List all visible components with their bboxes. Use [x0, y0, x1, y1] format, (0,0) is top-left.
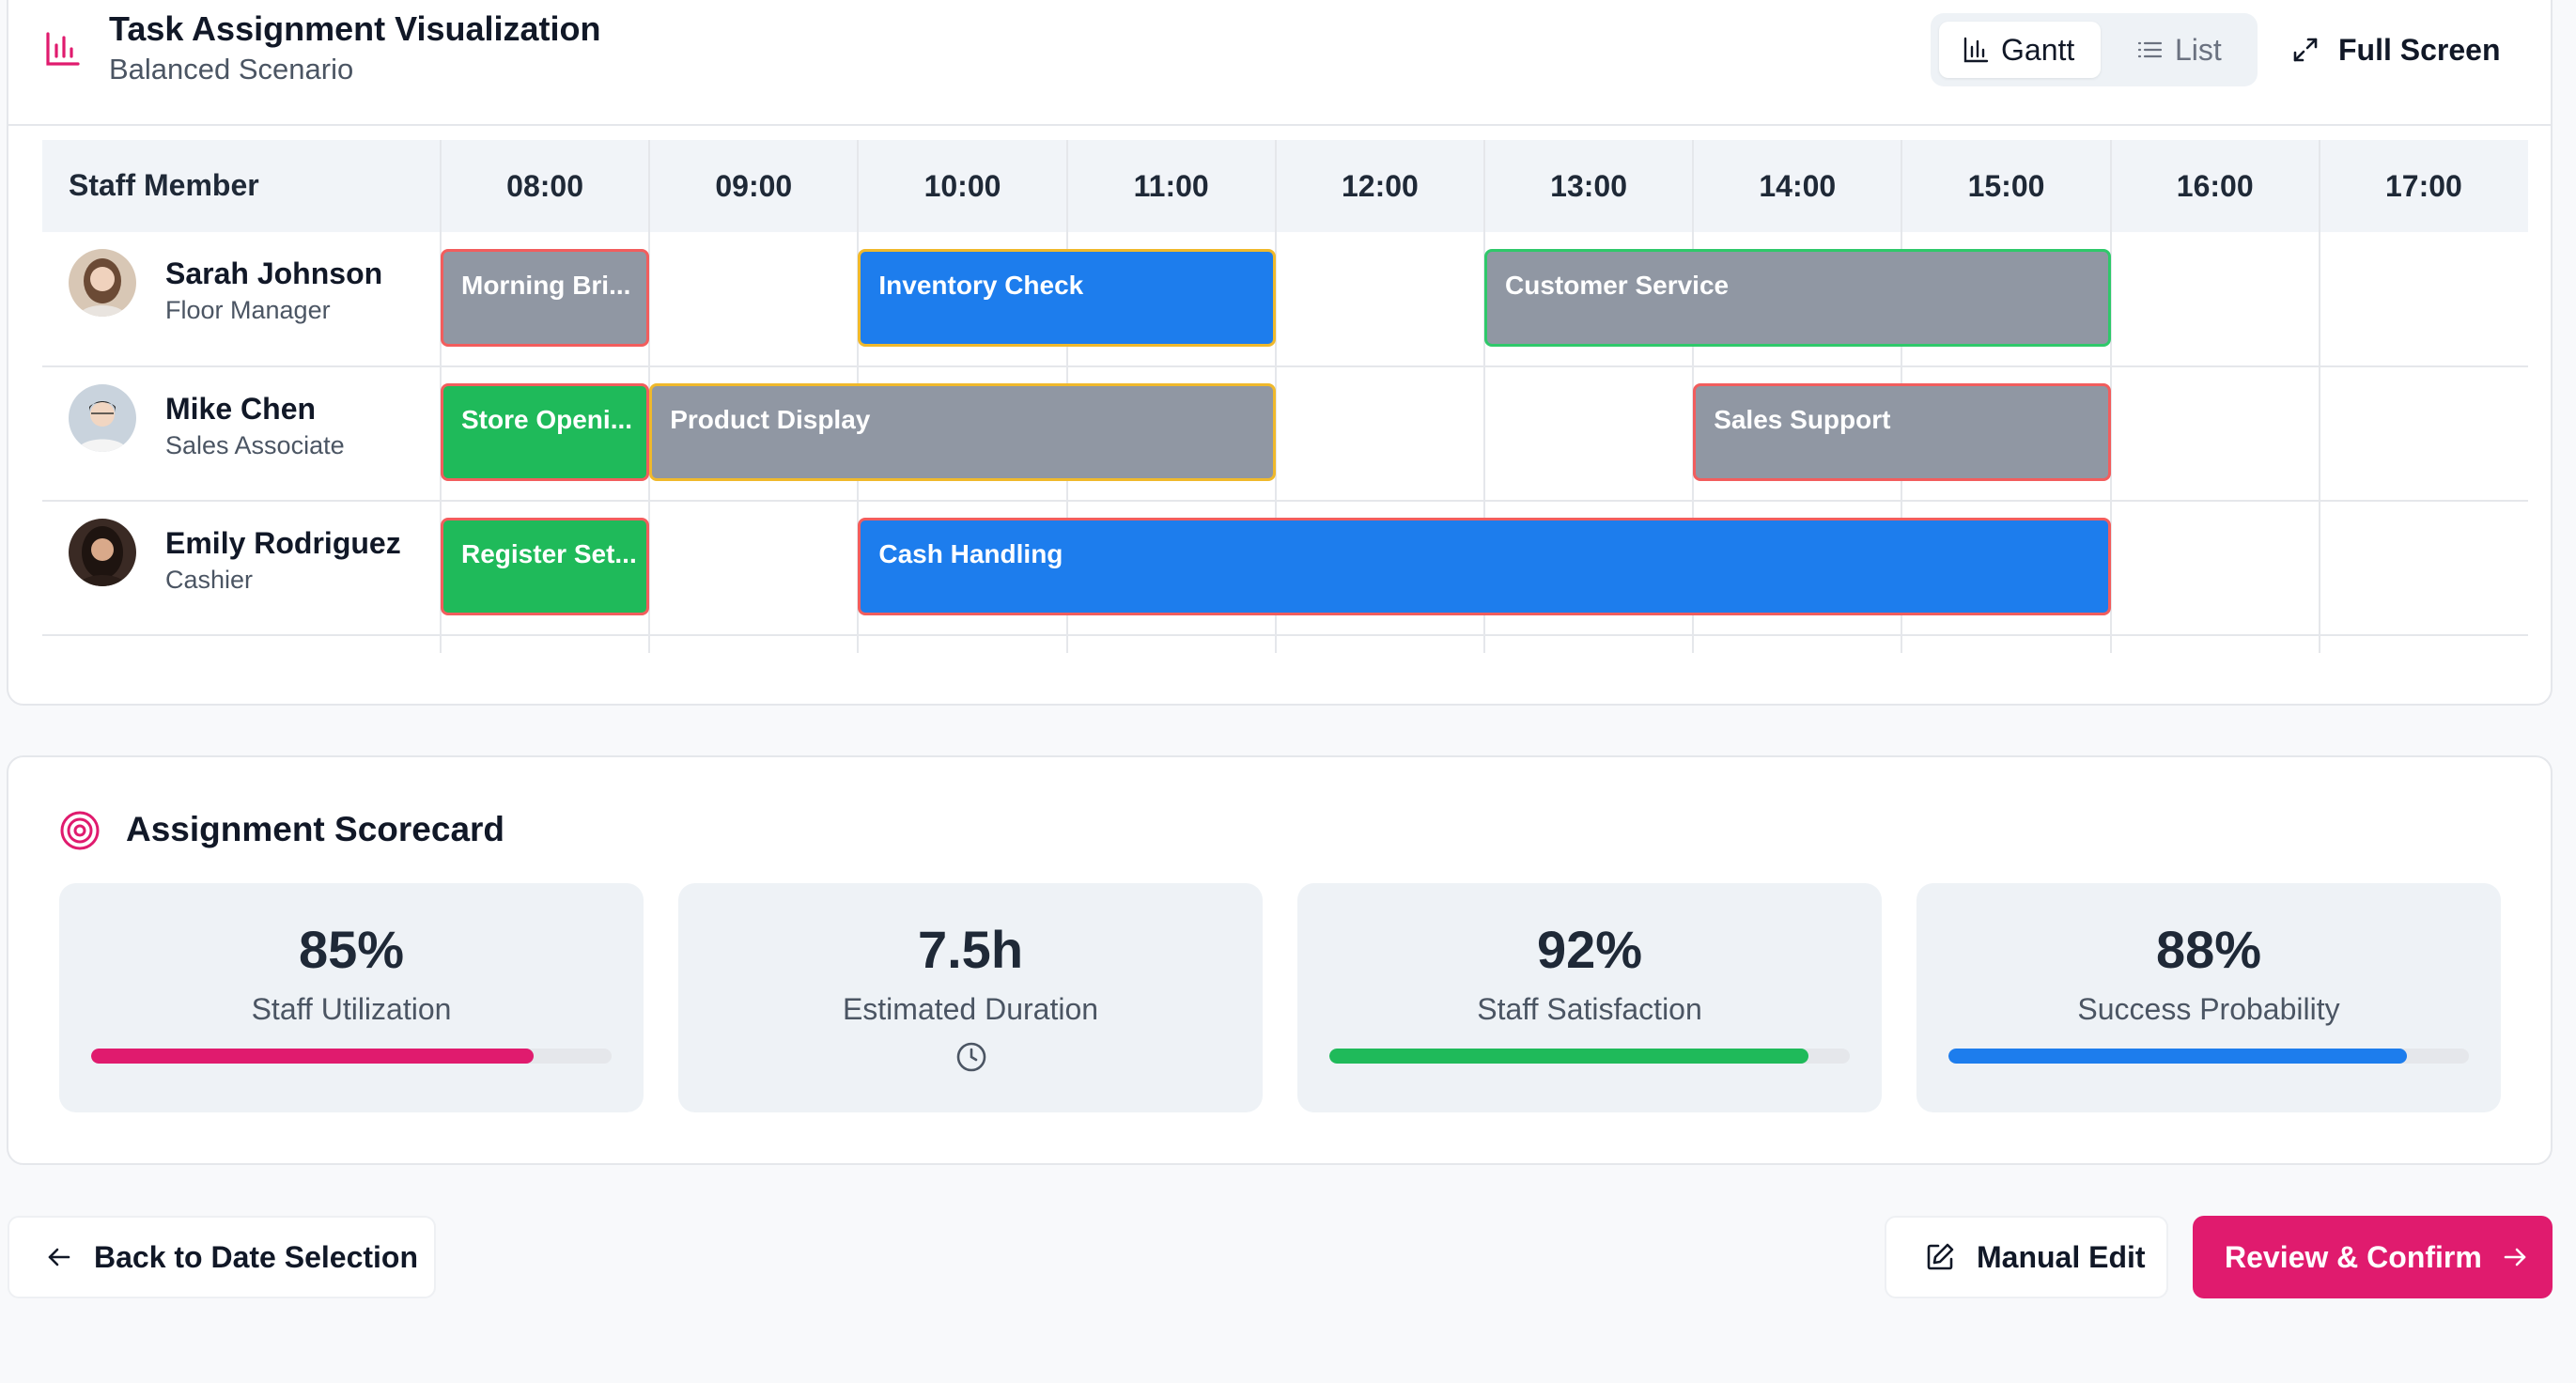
- bar-chart-icon: [46, 32, 80, 66]
- list-view-label: List: [2175, 32, 2222, 67]
- page-title: Task Assignment Visualization: [109, 9, 601, 48]
- hour-header: 16:00: [2176, 168, 2254, 203]
- hour-header: 14:00: [1759, 168, 1837, 203]
- arrow-right-icon: [2504, 1248, 2526, 1266]
- metric-value: 88%: [2155, 920, 2262, 979]
- progress-fill: [91, 1049, 534, 1064]
- staff-role: Cashier: [165, 566, 254, 594]
- clock-icon: [956, 1042, 986, 1072]
- hour-header: 12:00: [1341, 168, 1419, 203]
- metric-card-utilization: 85% Staff Utilization: [59, 883, 644, 1112]
- row-divider: [42, 634, 2528, 636]
- metric-card-success: 88% Success Probability: [1916, 883, 2501, 1112]
- progress-bar: [91, 1049, 612, 1064]
- hour-header: 15:00: [1967, 168, 2045, 203]
- staff-name: Sarah Johnson: [165, 256, 383, 290]
- target-icon: [60, 811, 100, 850]
- staff-column-header: Staff Member: [69, 168, 259, 202]
- staff-name: Mike Chen: [165, 392, 317, 426]
- header-divider: [8, 124, 2551, 126]
- gantt-view-button[interactable]: Gantt: [1939, 22, 2101, 78]
- gantt-card: Task Assignment Visualization Balanced S…: [7, 0, 2553, 706]
- progress-bar: [1948, 1049, 2469, 1064]
- metric-card-duration: 7.5h Estimated Duration: [678, 883, 1263, 1112]
- hour-header: 11:00: [1133, 168, 1209, 203]
- staff-name: Emily Rodriguez: [165, 526, 401, 560]
- metric-label: Staff Satisfaction: [1477, 992, 1702, 1026]
- scorecard-card: Assignment Scorecard 85% Staff Utilizati…: [7, 755, 2553, 1165]
- progress-bar: [1329, 1049, 1850, 1064]
- scorecard-title: Assignment Scorecard: [126, 810, 505, 848]
- grid-line: [2318, 140, 2320, 653]
- metric-value: 92%: [1536, 920, 1643, 979]
- arrow-left-icon: [48, 1248, 70, 1266]
- metric-label: Staff Utilization: [251, 992, 452, 1026]
- progress-fill: [1329, 1049, 1808, 1064]
- progress-fill: [1948, 1049, 2407, 1064]
- hour-header: 08:00: [506, 168, 584, 203]
- metric-card-satisfaction: 92% Staff Satisfaction: [1297, 883, 1882, 1112]
- view-toggle: Gantt List: [1931, 13, 2258, 86]
- task-bar[interactable]: Product Display: [649, 383, 1276, 481]
- task-bar[interactable]: Sales Support: [1693, 383, 2111, 481]
- task-bar[interactable]: Store Openi...: [441, 383, 650, 481]
- hour-header: 09:00: [715, 168, 793, 203]
- gantt-chart: Staff Member 08:00 09:00 10:00 11:00 12:00 13…: [42, 140, 2528, 653]
- review-confirm-button[interactable]: Review & Confirm: [2193, 1216, 2553, 1298]
- metric-label: Estimated Duration: [842, 992, 1099, 1026]
- task-bar[interactable]: Cash Handling: [858, 518, 2111, 615]
- expand-icon: [2293, 38, 2318, 62]
- avatar-sarah-johnson: [69, 249, 136, 317]
- metric-value: 7.5h: [917, 920, 1024, 979]
- back-button-label: Back to Date Selection: [94, 1239, 418, 1274]
- metric-label: Success Probability: [2077, 992, 2340, 1026]
- staff-role: Floor Manager: [165, 296, 331, 324]
- hour-header: 13:00: [1550, 168, 1628, 203]
- metric-value: 85%: [298, 920, 405, 979]
- fullscreen-button[interactable]: Full Screen: [2291, 21, 2501, 79]
- task-bar[interactable]: Inventory Check: [858, 249, 1276, 347]
- list-icon: [2137, 41, 2163, 58]
- edit-icon: [1927, 1243, 1954, 1270]
- manual-edit-label: Manual Edit: [1977, 1239, 2146, 1274]
- review-confirm-label: Review & Confirm: [2225, 1239, 2482, 1274]
- back-button[interactable]: Back to Date Selection: [8, 1216, 436, 1298]
- staff-role: Sales Associate: [165, 431, 345, 459]
- task-bar[interactable]: Customer Service: [1484, 249, 2111, 347]
- page-subtitle: Balanced Scenario: [109, 53, 354, 85]
- manual-edit-button[interactable]: Manual Edit: [1885, 1216, 2168, 1298]
- hour-header: 17:00: [2384, 168, 2462, 203]
- bar-chart-icon: [1963, 37, 1989, 63]
- avatar-emily-rodriguez: [69, 519, 136, 586]
- task-bar[interactable]: Register Set...: [441, 518, 650, 615]
- row-divider: [42, 500, 2528, 502]
- list-view-button[interactable]: List: [2118, 22, 2250, 78]
- task-bar[interactable]: Morning Bri...: [441, 249, 650, 347]
- gantt-header: Staff Member 08:00 09:00 10:00 11:00 12:00 13…: [42, 140, 2528, 232]
- avatar-mike-chen: [69, 384, 136, 452]
- hour-header: 10:00: [923, 168, 1001, 203]
- row-divider: [42, 365, 2528, 367]
- gantt-view-label: Gantt: [2001, 32, 2075, 67]
- fullscreen-label: Full Screen: [2338, 32, 2501, 67]
